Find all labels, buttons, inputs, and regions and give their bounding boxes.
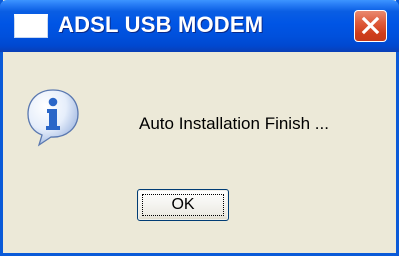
window-app-icon — [14, 14, 48, 38]
ok-button-label: OK — [171, 196, 195, 213]
title-bar[interactable]: ADSL USB MODEM — [0, 0, 399, 52]
info-icon — [25, 88, 81, 148]
close-button[interactable] — [354, 10, 387, 42]
message-text: Auto Installation Finish ... — [139, 114, 329, 133]
window-title: ADSL USB MODEM — [58, 12, 264, 37]
close-icon — [361, 16, 380, 35]
ok-button[interactable]: OK — [137, 189, 229, 221]
dialog-window: ADSL USB MODEM Auto Installation Finish … — [0, 0, 399, 256]
